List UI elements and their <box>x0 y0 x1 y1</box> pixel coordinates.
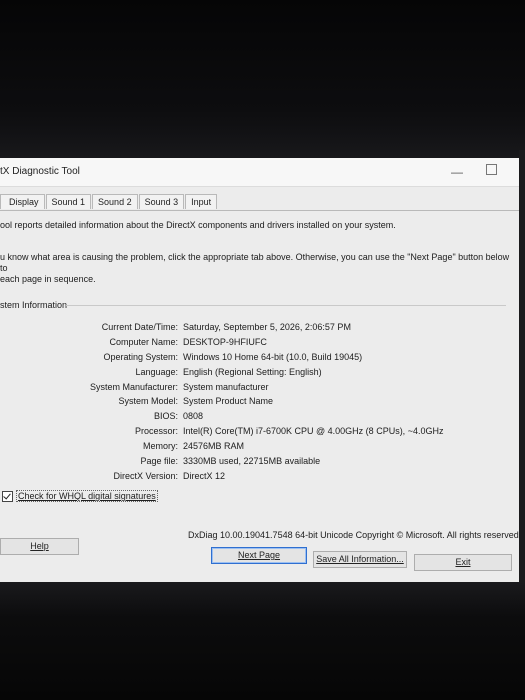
intro-instructions: u know what area is causing the problem,… <box>0 252 515 285</box>
info-label: Current Date/Time: <box>101 322 178 332</box>
info-label: Page file: <box>140 456 178 467</box>
tab-input[interactable]: Input <box>185 194 218 209</box>
info-row-date-time: Current Date/Time: Saturday, September 5… <box>60 320 443 335</box>
info-row-system-model: System Model: System Product Name <box>60 394 443 409</box>
info-row-system-manufacturer: System Manufacturer: System manufacturer <box>60 380 443 395</box>
info-row-directx-version: DirectX Version: DirectX 12 <box>60 469 443 484</box>
info-label: Memory: <box>142 441 178 452</box>
copyright-text: DxDiag 10.00.19041.7548 64-bit Unicode C… <box>188 530 519 540</box>
whql-checkbox-row[interactable]: Check for WHQL digital signatures <box>2 490 158 502</box>
info-row-bios: BIOS: 0808 <box>60 409 443 424</box>
info-row-memory: Memory: 24576MB RAM <box>60 439 443 454</box>
info-row-computer-name: Computer Name: DESKTOP-9HFIUFC <box>60 335 443 350</box>
next-page-button[interactable]: Next Page <box>211 547 307 564</box>
tab-sound-2[interactable]: Sound 2 <box>92 194 138 209</box>
info-value: 3330MB used, 22715MB available <box>183 456 321 467</box>
whql-checkbox[interactable] <box>2 490 13 502</box>
info-value: English (Regional Setting: English) <box>183 366 322 377</box>
info-label: BIOS: <box>153 411 178 422</box>
info-label: DirectX Version: <box>113 470 178 481</box>
info-value: System Product Name <box>183 396 274 407</box>
save-all-button-label: Save All Information... <box>316 554 404 564</box>
help-button[interactable]: Help <box>0 538 79 555</box>
info-value: 24576MB RAM <box>183 441 245 452</box>
exit-button[interactable]: Exit <box>414 554 512 571</box>
tab-sound-3[interactable]: Sound 3 <box>138 194 185 209</box>
group-divider <box>66 305 506 306</box>
minimize-icon[interactable]: — <box>451 165 463 179</box>
info-label: System Manufacturer: <box>89 381 178 392</box>
tab-divider <box>0 210 519 211</box>
tab-display[interactable]: Display <box>0 194 45 209</box>
info-label: Language: <box>135 366 178 377</box>
info-label: System Model: <box>118 396 178 407</box>
info-value: DirectX 12 <box>183 470 226 481</box>
monitor-bezel-top <box>0 0 525 158</box>
monitor-bezel-bottom <box>0 582 525 700</box>
system-information-heading: stem Information <box>0 300 68 310</box>
info-value: Windows 10 Home 64-bit (10.0, Build 1904… <box>183 351 363 362</box>
intro-text: ool reports detailed information about t… <box>0 220 396 230</box>
info-value: Saturday, September 5, 2026, 2:06:57 PM <box>183 322 351 332</box>
whql-checkbox-label[interactable]: Check for WHQL digital signatures <box>16 490 158 502</box>
dxdiag-window: tX Diagnostic Tool — Display Sound 1 Sou… <box>0 158 519 582</box>
info-value: Intel(R) Core(TM) i7-6700K CPU @ 4.00GHz… <box>183 426 444 437</box>
monitor-bezel-right <box>519 150 525 590</box>
intro-instructions-line-1: u know what area is causing the problem,… <box>0 252 510 273</box>
info-value: DESKTOP-9HFIUFC <box>183 336 267 347</box>
next-page-button-label: Next Page <box>237 550 281 560</box>
intro-instructions-line-2: each page in sequence. <box>0 274 96 284</box>
info-label: Operating System: <box>103 351 178 362</box>
info-label: Computer Name: <box>109 336 178 347</box>
tab-sound-1[interactable]: Sound 1 <box>45 194 92 209</box>
info-row-processor: Processor: Intel(R) Core(TM) i7-6700K CP… <box>60 424 443 439</box>
window-title: tX Diagnostic Tool <box>0 166 80 177</box>
maximize-icon[interactable] <box>486 164 497 175</box>
tab-strip: Display Sound 1 Sound 2 Sound 3 Input <box>0 194 218 210</box>
help-button-label: Help <box>30 541 49 551</box>
save-all-information-button[interactable]: Save All Information... <box>313 551 407 568</box>
exit-button-label: Exit <box>455 557 471 567</box>
info-value: System manufacturer <box>183 381 269 392</box>
system-info-table: Current Date/Time: Saturday, September 5… <box>60 320 444 484</box>
title-bar[interactable]: tX Diagnostic Tool — <box>0 158 519 187</box>
info-value: 0808 <box>183 411 204 422</box>
info-row-language: Language: English (Regional Setting: Eng… <box>60 365 443 380</box>
info-label: Processor: <box>134 426 178 437</box>
info-row-operating-system: Operating System: Windows 10 Home 64-bit… <box>60 350 443 365</box>
info-row-page-file: Page file: 3330MB used, 22715MB availabl… <box>60 454 443 469</box>
